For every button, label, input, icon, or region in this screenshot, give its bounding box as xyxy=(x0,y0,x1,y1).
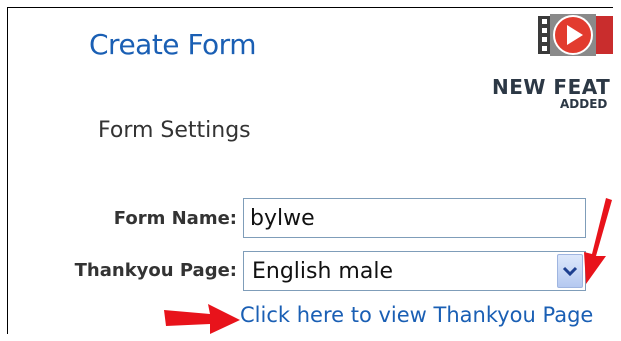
section-title: Form Settings xyxy=(98,118,251,143)
new-features-label: NEW FEAT xyxy=(492,75,611,99)
thankyou-page-select[interactable]: English male xyxy=(243,251,586,291)
view-thankyou-page-link[interactable]: Click here to view Thankyou Page xyxy=(240,303,593,327)
page-title: Create Form xyxy=(89,28,256,61)
red-arrow-icon xyxy=(164,304,240,334)
thankyou-page-label: Thankyou Page: xyxy=(74,260,237,281)
new-features-badge[interactable]: NEW FEAT ADDED xyxy=(486,7,614,117)
form-name-label: Form Name: xyxy=(113,208,237,229)
new-features-sublabel: ADDED xyxy=(560,97,608,111)
red-arrow-icon xyxy=(584,198,612,284)
thankyou-page-selected-value: English male xyxy=(252,259,393,284)
form-name-input[interactable] xyxy=(243,198,586,238)
film-play-icon xyxy=(538,14,613,56)
